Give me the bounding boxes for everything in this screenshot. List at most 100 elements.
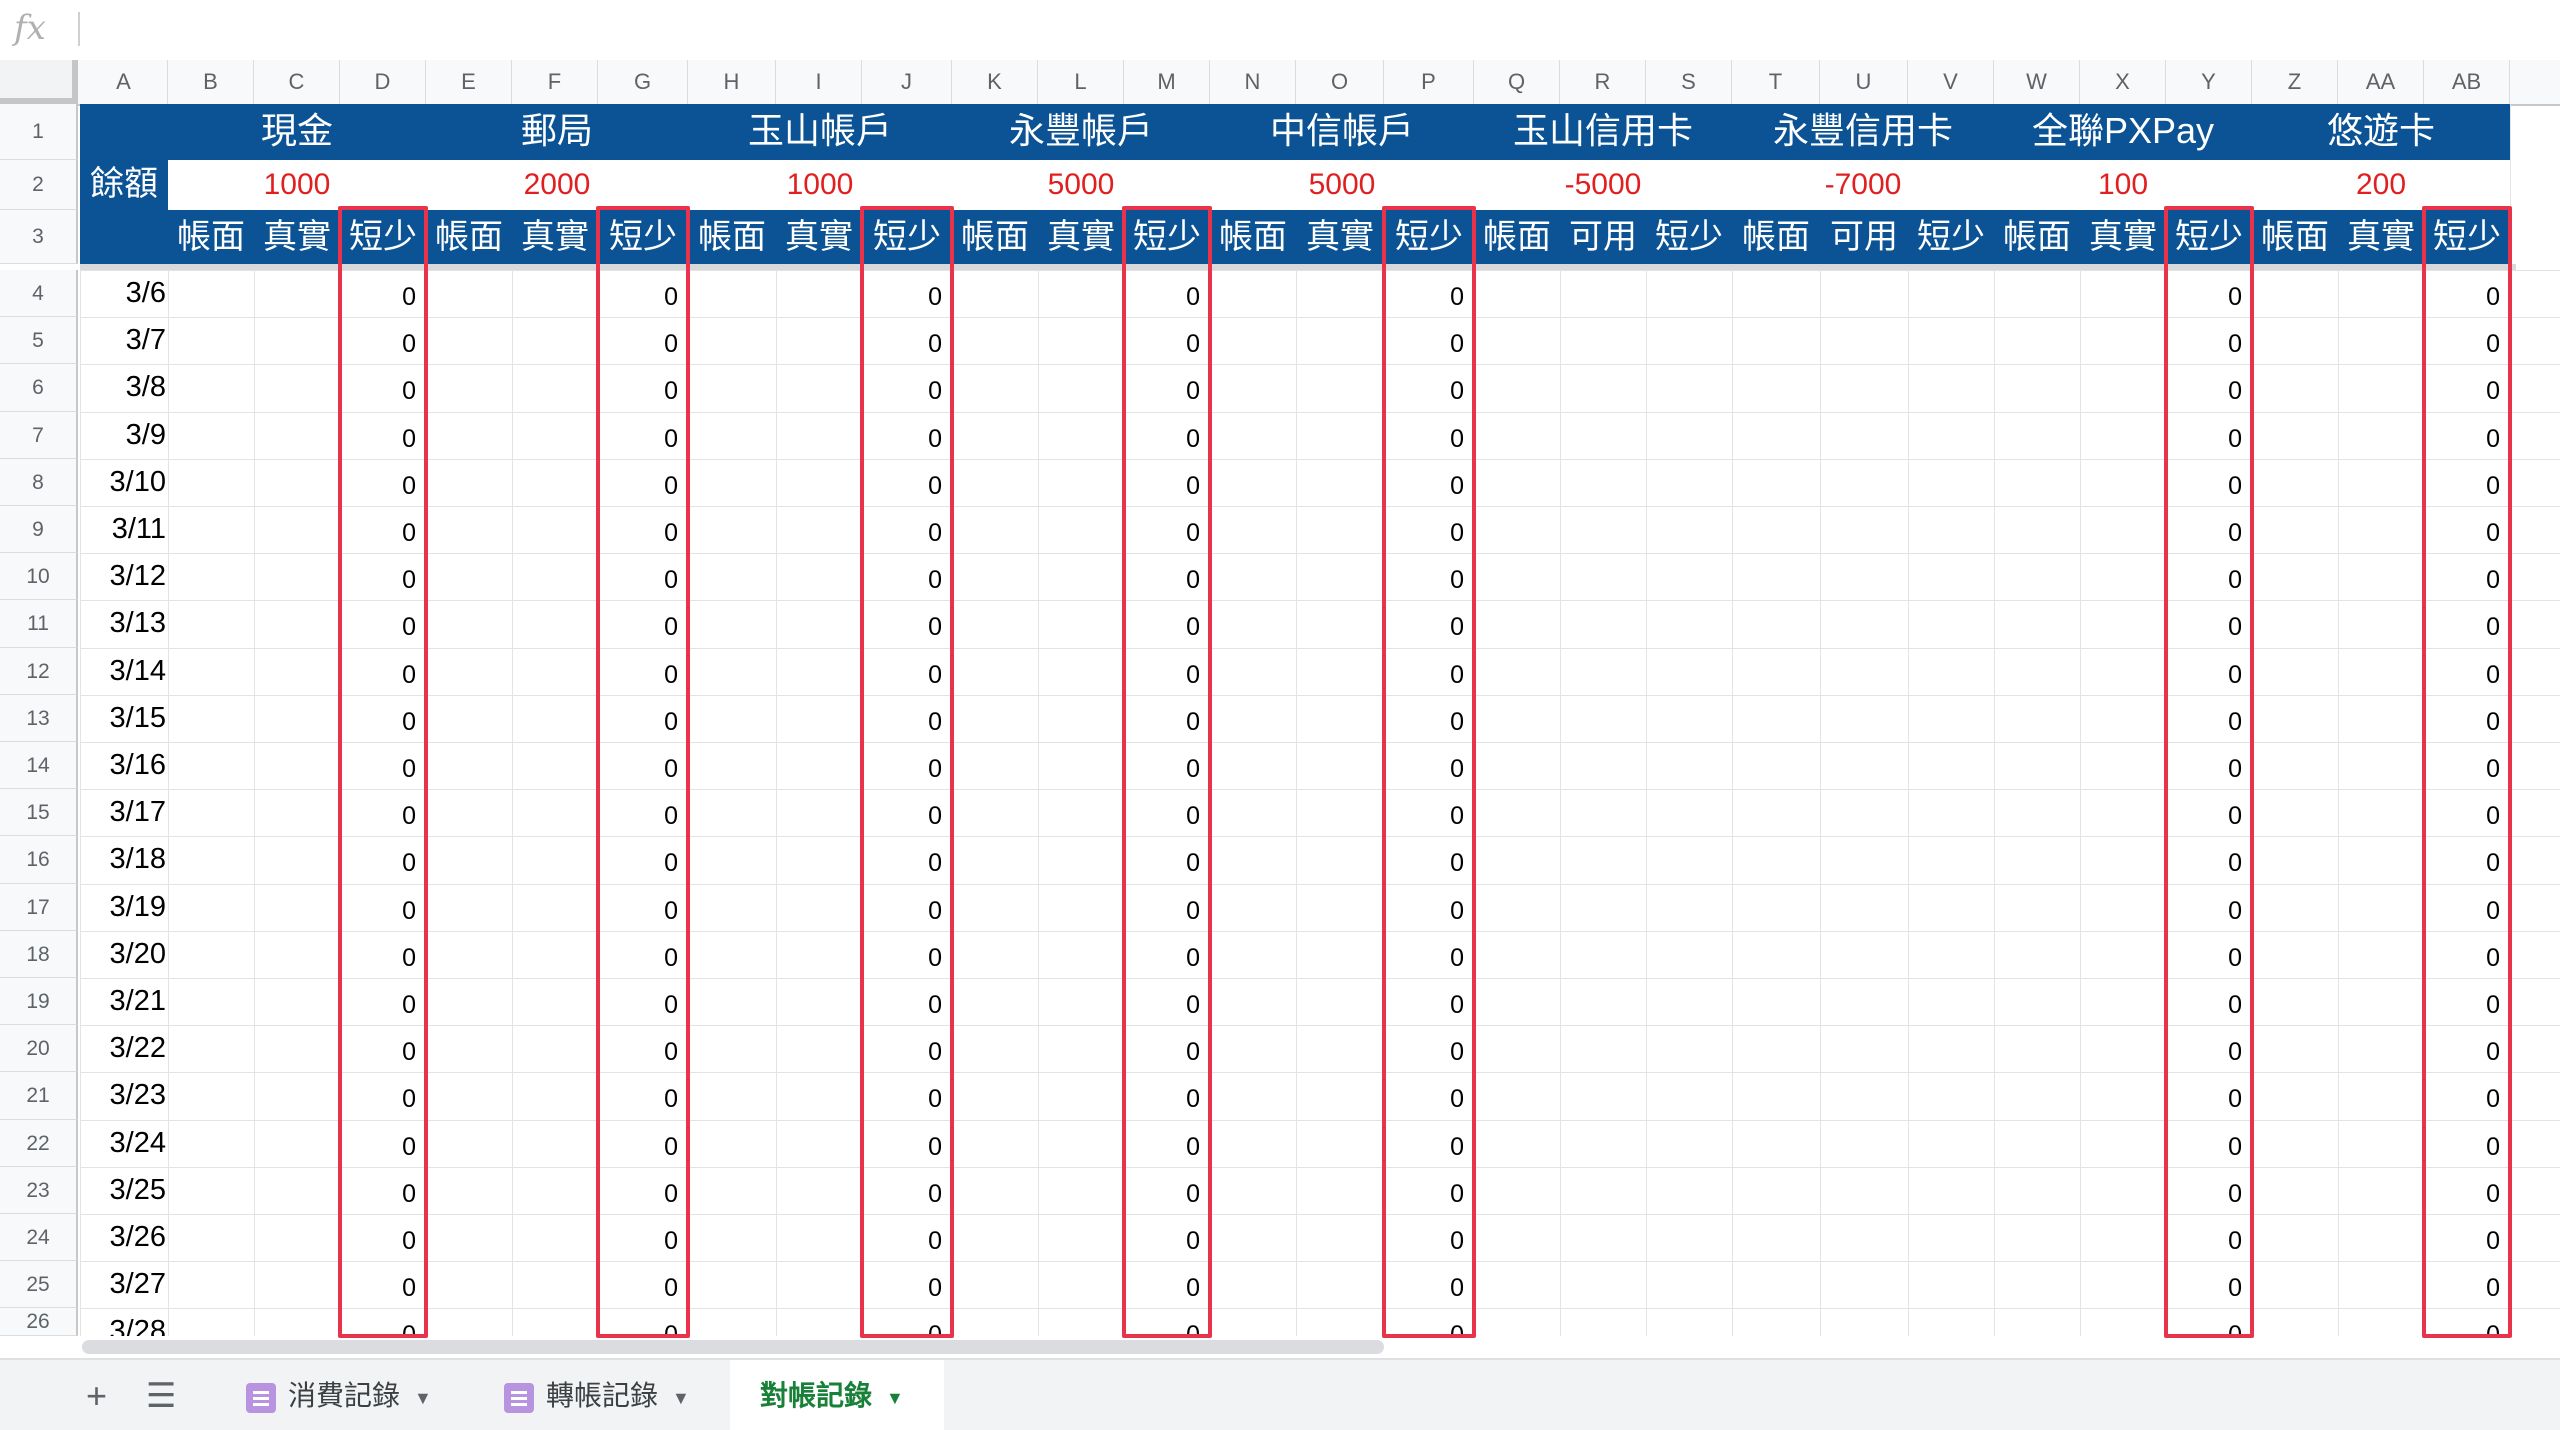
shortfall-highlight-box — [1122, 206, 1212, 1338]
account-balance[interactable]: 2000 — [426, 160, 688, 210]
balance-label: 餘額 — [80, 104, 168, 210]
account-balance[interactable]: 5000 — [952, 160, 1210, 210]
row-header-21[interactable]: 21 — [0, 1072, 78, 1120]
row-header-4[interactable]: 4 — [0, 270, 78, 318]
date-cell[interactable]: 3/16 — [80, 748, 166, 789]
date-cell[interactable]: 3/7 — [80, 323, 166, 364]
date-cell[interactable]: 3/6 — [80, 276, 166, 317]
date-cell[interactable]: 3/19 — [80, 890, 166, 931]
account-balance[interactable]: -5000 — [1474, 160, 1732, 210]
account-name: 永豐信用卡 — [1772, 110, 1953, 151]
sheet-tab-label: 消費記錄 — [288, 1380, 401, 1411]
row-header-11[interactable]: 11 — [0, 600, 78, 648]
account-balance[interactable]: 5000 — [1210, 160, 1474, 210]
account-balance[interactable]: 200 — [2252, 160, 2510, 210]
row-header-6[interactable]: 6 — [0, 364, 78, 412]
row-header-7[interactable]: 7 — [0, 411, 78, 459]
shortfall-highlight-box — [860, 206, 954, 1338]
grid-line — [1908, 104, 1909, 1336]
subheader-cell: 帳面 — [1483, 218, 1551, 256]
row-header-10[interactable]: 10 — [0, 553, 78, 601]
subheader-cell: 短少 — [1917, 218, 1985, 256]
date-cell[interactable]: 3/9 — [80, 418, 166, 459]
row-header-5[interactable]: 5 — [0, 317, 78, 365]
row-header-15[interactable]: 15 — [0, 789, 78, 837]
row-header-26[interactable]: 26 — [0, 1308, 78, 1336]
shortfall-highlight-box — [596, 206, 690, 1338]
row-header-18[interactable]: 18 — [0, 930, 78, 978]
row-header-14[interactable]: 14 — [0, 742, 78, 790]
sheet-tab-bar: + ☰ 消費記錄 ▼ 轉帳記錄 ▼ 對帳記錄 ▼ — [0, 1358, 2560, 1430]
date-cell[interactable]: 3/10 — [80, 465, 166, 506]
shortfall-highlight-box — [338, 206, 428, 1338]
sheet-tab-label: 轉帳記錄 — [546, 1380, 659, 1411]
sheet-grid[interactable]: 餘額 現金 1000 帳面 真實 短少 郵局 2000 帳面 真實 短少 玉山帳戶 1000 帳面 真實 短少… — [0, 0, 2560, 1340]
subheader-cell: 帳面 — [2003, 218, 2071, 256]
date-cell[interactable]: 3/23 — [80, 1078, 166, 1119]
date-cell[interactable]: 3/8 — [80, 370, 166, 411]
subheader-cell: 帳面 — [2261, 218, 2329, 256]
date-cell[interactable]: 3/21 — [80, 984, 166, 1025]
row-header-24[interactable]: 24 — [0, 1214, 78, 1262]
date-cell[interactable]: 3/25 — [80, 1173, 166, 1214]
grid-line — [1732, 104, 1733, 1336]
row-header-19[interactable]: 19 — [0, 978, 78, 1026]
account-name: 永豐帳戶 — [1008, 110, 1153, 151]
sheet-icon — [504, 1382, 534, 1413]
date-cell[interactable]: 3/28 — [80, 1314, 166, 1336]
chevron-down-icon[interactable]: ▼ — [414, 1388, 432, 1408]
subheader-cell: 帳面 — [961, 218, 1029, 256]
row-header-2[interactable]: 2 — [0, 160, 78, 210]
row-header-1[interactable]: 1 — [0, 104, 78, 160]
frozen-row-divider[interactable] — [80, 264, 2516, 270]
account-balance[interactable]: -7000 — [1732, 160, 1994, 210]
plus-icon[interactable]: + — [86, 1378, 107, 1414]
menu-icon[interactable]: ☰ — [146, 1378, 176, 1414]
row-header-25[interactable]: 25 — [0, 1261, 78, 1309]
row-header-13[interactable]: 13 — [0, 694, 78, 742]
date-cell[interactable]: 3/14 — [80, 654, 166, 695]
row-header-3[interactable]: 3 — [0, 210, 78, 264]
account-balance[interactable]: 100 — [1994, 160, 2252, 210]
subheader-cell: 真實 — [1306, 218, 1374, 256]
account-balance[interactable]: 1000 — [168, 160, 426, 210]
row-header-8[interactable]: 8 — [0, 458, 78, 506]
sheet-tab[interactable]: 消費記錄 ▼ — [216, 1360, 452, 1430]
sheet-tab-label: 對帳記錄 — [760, 1380, 873, 1411]
chevron-down-icon[interactable]: ▼ — [886, 1388, 904, 1408]
date-cell[interactable]: 3/15 — [80, 701, 166, 742]
subheader-cell: 真實 — [785, 218, 853, 256]
grid-line — [2080, 104, 2081, 1336]
row-header-23[interactable]: 23 — [0, 1166, 78, 1214]
row-header-22[interactable]: 22 — [0, 1119, 78, 1167]
row-header-12[interactable]: 12 — [0, 647, 78, 695]
date-cell[interactable]: 3/18 — [80, 842, 166, 883]
sheet-tab[interactable]: 對帳記錄 ▼ — [730, 1360, 944, 1430]
date-cell[interactable]: 3/13 — [80, 606, 166, 647]
date-cell[interactable]: 3/20 — [80, 937, 166, 978]
date-cell[interactable]: 3/11 — [80, 512, 166, 553]
account-name: 玉山信用卡 — [1512, 110, 1693, 151]
date-cell[interactable]: 3/27 — [80, 1267, 166, 1308]
chevron-down-icon[interactable]: ▼ — [672, 1388, 690, 1408]
shortfall-highlight-box — [1382, 206, 1476, 1338]
horizontal-scrollbar[interactable] — [82, 1340, 1384, 1354]
date-cell[interactable]: 3/22 — [80, 1031, 166, 1072]
row-header-16[interactable]: 16 — [0, 836, 78, 884]
date-cell[interactable]: 3/12 — [80, 559, 166, 600]
row-header-17[interactable]: 17 — [0, 883, 78, 931]
date-cell[interactable]: 3/17 — [80, 795, 166, 836]
subheader-cell: 帳面 — [1219, 218, 1287, 256]
date-cell[interactable]: 3/26 — [80, 1220, 166, 1261]
account-balance[interactable]: 1000 — [688, 160, 952, 210]
row-header-9[interactable]: 9 — [0, 506, 78, 554]
date-cell[interactable]: 3/24 — [80, 1126, 166, 1167]
subheader-cell: 可用 — [1569, 218, 1637, 256]
grid-line — [2338, 104, 2339, 1336]
subheader-cell: 真實 — [1047, 218, 1115, 256]
account-name: 現金 — [260, 110, 333, 151]
row-header-20[interactable]: 20 — [0, 1025, 78, 1073]
sheet-tab[interactable]: 轉帳記錄 ▼ — [474, 1360, 710, 1430]
grid-line — [1296, 104, 1297, 1336]
subheader-cell: 帳面 — [698, 218, 766, 256]
